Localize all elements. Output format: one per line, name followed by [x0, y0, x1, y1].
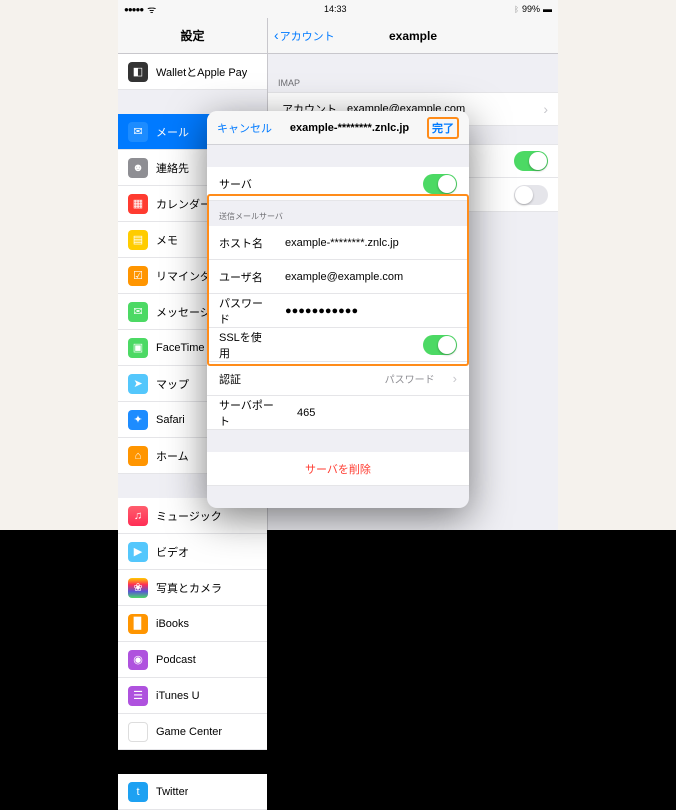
- messages-icon: ✉: [128, 302, 148, 322]
- safari-icon: ✦: [128, 410, 148, 430]
- chevron-right-icon: ›: [543, 101, 548, 117]
- ssl-toggle[interactable]: [423, 335, 457, 355]
- delete-server-button[interactable]: サーバを削除: [207, 452, 469, 486]
- mail-icon: ✉: [128, 122, 148, 142]
- battery-pct: 99%: [522, 4, 540, 14]
- cancel-button[interactable]: キャンセル: [217, 120, 272, 136]
- imap-section-header: IMAP: [268, 72, 558, 92]
- gamecenter-icon: ◎: [128, 722, 148, 742]
- server-row: サーバ: [207, 167, 469, 201]
- smtp-modal: キャンセル example-********.znlc.jp 完了 サーバ 送信…: [207, 111, 469, 508]
- sidebar-item-itunesu[interactable]: ☰iTunes U: [118, 678, 267, 714]
- contacts-icon: ☻: [128, 158, 148, 178]
- sidebar-item-ibooks[interactable]: ▉iBooks: [118, 606, 267, 642]
- modal-title: example-********.znlc.jp: [290, 122, 409, 134]
- wallet-icon: ◧: [128, 62, 148, 82]
- home-icon: ⌂: [128, 446, 148, 466]
- twitter-icon: t: [128, 782, 148, 802]
- ibooks-icon: ▉: [128, 614, 148, 634]
- signal-icon: ●●●●●: [124, 5, 143, 14]
- reminders-icon: ☑: [128, 266, 148, 286]
- photos-icon: ❀: [128, 578, 148, 598]
- detail-title: example: [389, 29, 437, 43]
- password-row[interactable]: パスワード●●●●●●●●●●●: [207, 294, 469, 328]
- back-button[interactable]: ‹アカウント: [274, 27, 335, 44]
- server-toggle[interactable]: [423, 174, 457, 194]
- sidebar-item-twitter[interactable]: tTwitter: [118, 774, 267, 810]
- chevron-right-icon: ›: [453, 371, 457, 386]
- video-icon: ▶: [128, 542, 148, 562]
- sidebar-item-podcast[interactable]: ◉Podcast: [118, 642, 267, 678]
- wifi-icon: ᯤ: [147, 2, 156, 16]
- ssl-row: SSLを使用: [207, 328, 469, 362]
- music-icon: ♫: [128, 506, 148, 526]
- port-row[interactable]: サーバポート465: [207, 396, 469, 430]
- outgoing-section-header: 送信メールサーバ: [207, 201, 469, 226]
- calendar-icon: ▦: [128, 194, 148, 214]
- bluetooth-icon: ᛒ: [514, 5, 519, 14]
- chevron-left-icon: ‹: [274, 27, 279, 43]
- status-bar: ●●●●● ᯤ 14:33 ᛒ 99% ▬: [118, 0, 558, 18]
- sidebar-item-wallet[interactable]: ◧ WalletとApple Pay: [118, 54, 267, 90]
- toggle-switch[interactable]: [514, 151, 548, 171]
- battery-icon: ▬: [543, 4, 552, 14]
- sidebar-item-gamecenter[interactable]: ◎Game Center: [118, 714, 267, 750]
- sidebar-item-video[interactable]: ▶ビデオ: [118, 534, 267, 570]
- user-row[interactable]: ユーザ名example@example.com: [207, 260, 469, 294]
- maps-icon: ➤: [128, 374, 148, 394]
- itunesu-icon: ☰: [128, 686, 148, 706]
- podcast-icon: ◉: [128, 650, 148, 670]
- host-row[interactable]: ホスト名example-********.znlc.jp: [207, 226, 469, 260]
- done-button[interactable]: 完了: [427, 117, 459, 139]
- sidebar-title: 設定: [118, 18, 267, 54]
- toggle-switch[interactable]: [514, 185, 548, 205]
- notes-icon: ▤: [128, 230, 148, 250]
- auth-row[interactable]: 認証パスワード›: [207, 362, 469, 396]
- facetime-icon: ▣: [128, 338, 148, 358]
- status-time: 14:33: [324, 4, 347, 14]
- sidebar-item-photos[interactable]: ❀写真とカメラ: [118, 570, 267, 606]
